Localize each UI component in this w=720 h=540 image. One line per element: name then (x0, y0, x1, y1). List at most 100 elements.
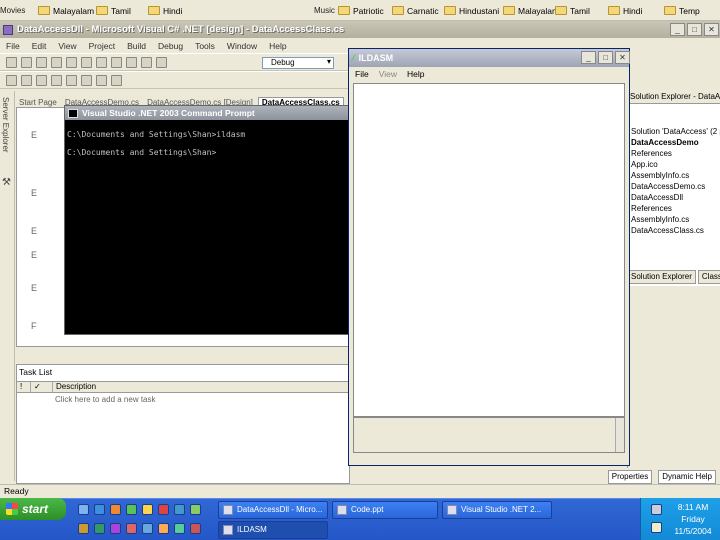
solution-tree-item[interactable]: App.ico (631, 160, 658, 169)
start-debug-icon[interactable] (156, 56, 167, 68)
messenger-icon[interactable] (126, 504, 137, 515)
open-icon[interactable] (36, 56, 47, 68)
show-desktop-icon[interactable] (78, 504, 89, 515)
solution-tree-item[interactable]: References (631, 149, 672, 158)
new-project-icon[interactable] (6, 56, 17, 68)
favorites-folder-tamil-music[interactable]: Tamil (555, 4, 590, 17)
tab-solution-explorer[interactable]: Solution Explorer (627, 270, 696, 284)
solution-tree-item[interactable]: DataAccessDll (631, 193, 683, 202)
ildasm-menu-file[interactable]: File (355, 69, 369, 79)
menu-file[interactable]: File (6, 41, 20, 51)
menu-project[interactable]: Project (89, 41, 115, 51)
paste-icon[interactable] (111, 56, 122, 68)
indent-icon[interactable] (6, 74, 17, 86)
start-button[interactable]: start (0, 498, 66, 520)
quicklaunch-icon[interactable] (126, 523, 137, 534)
cut-icon[interactable] (81, 56, 92, 68)
solution-config-combo[interactable]: Debug (262, 57, 334, 69)
quicklaunch-icon[interactable] (142, 523, 153, 534)
uncomment-icon[interactable] (51, 74, 62, 86)
favorites-folder-patriotic[interactable]: Patriotic (338, 4, 384, 17)
solution-tree-item[interactable]: AssemblyInfo.cs (631, 215, 689, 224)
maximize-button[interactable]: □ (687, 23, 702, 36)
vs-title-bar[interactable]: DataAccessDll - Microsoft Visual C# .NET… (0, 21, 720, 38)
task-check-column[interactable]: ✓ (31, 382, 53, 392)
save-all-icon[interactable] (66, 56, 77, 68)
favorites-folder-temp[interactable]: Temp (664, 4, 700, 17)
server-explorer-tab[interactable]: Server Explorer (1, 97, 10, 153)
tab-properties[interactable]: Properties (607, 470, 653, 484)
add-item-icon[interactable] (21, 56, 32, 68)
ildasm-close-button[interactable]: ✕ (615, 51, 630, 64)
outdent-icon[interactable] (21, 74, 32, 86)
minimize-button[interactable]: _ (670, 23, 685, 36)
taskbar-button-vs[interactable]: DataAccessDll - Micro... (218, 501, 328, 519)
menu-debug[interactable]: Debug (158, 41, 183, 51)
comment-icon[interactable] (36, 74, 47, 86)
command-prompt-window[interactable]: Visual Studio .NET 2003 Command Prompt C… (64, 105, 350, 335)
solution-tree-item[interactable]: DataAccessClass.cs (631, 226, 704, 235)
favorites-folder-hindi[interactable]: Hindi (148, 4, 182, 17)
quicklaunch-icon[interactable] (174, 504, 185, 515)
solution-tree-item[interactable]: DataAccessDemo.cs (631, 182, 705, 191)
quicklaunch-icon[interactable] (110, 523, 121, 534)
undo-icon[interactable] (126, 56, 137, 68)
favorites-folder-carnatic[interactable]: Carnatic (392, 4, 439, 17)
favorites-folder-malayalam-music[interactable]: Malayalam (503, 4, 559, 17)
clear-bookmarks-icon[interactable] (111, 74, 122, 86)
next-bookmark-icon[interactable] (81, 74, 92, 86)
quicklaunch-icon[interactable] (174, 523, 185, 534)
menu-tools[interactable]: Tools (195, 41, 215, 51)
solution-tree-item[interactable]: AssemblyInfo.cs (631, 171, 689, 180)
tray-icon[interactable] (651, 504, 662, 515)
ildasm-title-bar[interactable]: ∕ ILDASM _ □ ✕ (349, 49, 630, 67)
menu-window[interactable]: Window (227, 41, 257, 51)
ildasm-menu-view[interactable]: View (379, 69, 397, 79)
info-scrollbar[interactable] (615, 418, 624, 452)
taskbar-button-cmd[interactable]: Visual Studio .NET 2... (442, 501, 552, 519)
firefox-icon[interactable] (110, 504, 121, 515)
bookmark-icon[interactable] (66, 74, 77, 86)
ildasm-window[interactable]: ∕ ILDASM _ □ ✕ File View Help (348, 48, 630, 466)
solution-tree-item[interactable]: DataAccessDemo (631, 138, 699, 147)
cmd-title-bar[interactable]: Visual Studio .NET 2003 Command Prompt (65, 106, 349, 120)
favorites-folder-tamil[interactable]: Tamil (96, 4, 131, 17)
task-priority-column[interactable]: ! (17, 382, 31, 392)
ildasm-minimize-button[interactable]: _ (581, 51, 596, 64)
taskbar-button-ildasm[interactable]: ILDASM (218, 521, 328, 539)
menu-help[interactable]: Help (269, 41, 286, 51)
solution-tree-item[interactable]: References (631, 204, 672, 213)
add-task-row[interactable]: Click here to add a new task (55, 395, 156, 404)
ildasm-maximize-button[interactable]: □ (598, 51, 613, 64)
quicklaunch-icon[interactable] (158, 523, 169, 534)
redo-icon[interactable] (141, 56, 152, 68)
ildasm-tree-view[interactable] (353, 83, 625, 417)
ildasm-menu-help[interactable]: Help (407, 69, 424, 79)
tab-start-page[interactable]: Start Page (16, 98, 60, 107)
quicklaunch-icon[interactable] (78, 523, 89, 534)
quicklaunch-icon[interactable] (190, 523, 201, 534)
menu-build[interactable]: Build (127, 41, 146, 51)
media-icon[interactable] (158, 504, 169, 515)
quicklaunch-icon[interactable] (94, 523, 105, 534)
close-button[interactable]: ✕ (704, 23, 719, 36)
quicklaunch-icon[interactable] (190, 504, 201, 515)
prev-bookmark-icon[interactable] (96, 74, 107, 86)
tab-class-view[interactable]: Class View (697, 270, 720, 284)
folder-quicklaunch-icon[interactable] (142, 504, 153, 515)
tab-dynamic-help[interactable]: Dynamic Help (658, 470, 716, 484)
toolbox-icon[interactable]: ⚒ (2, 177, 11, 188)
copy-icon[interactable] (96, 56, 107, 68)
task-description-column[interactable]: Description (53, 382, 349, 392)
save-icon[interactable] (51, 56, 62, 68)
favorites-folder-hindi-music[interactable]: Hindi (608, 4, 642, 17)
clock-time[interactable]: 8:11 AM (665, 502, 720, 512)
ildasm-info-pane[interactable] (353, 417, 625, 453)
solution-tree-item[interactable]: Solution 'DataAccess' (2 projects) (631, 127, 720, 136)
menu-view[interactable]: View (58, 41, 76, 51)
favorites-folder-hindustani[interactable]: Hindustani (444, 4, 499, 17)
favorites-folder-malayalam[interactable]: Malayalam (38, 4, 94, 17)
menu-edit[interactable]: Edit (32, 41, 47, 51)
taskbar-button-code-ppt[interactable]: Code.ppt (332, 501, 438, 519)
volume-icon[interactable] (651, 522, 662, 533)
